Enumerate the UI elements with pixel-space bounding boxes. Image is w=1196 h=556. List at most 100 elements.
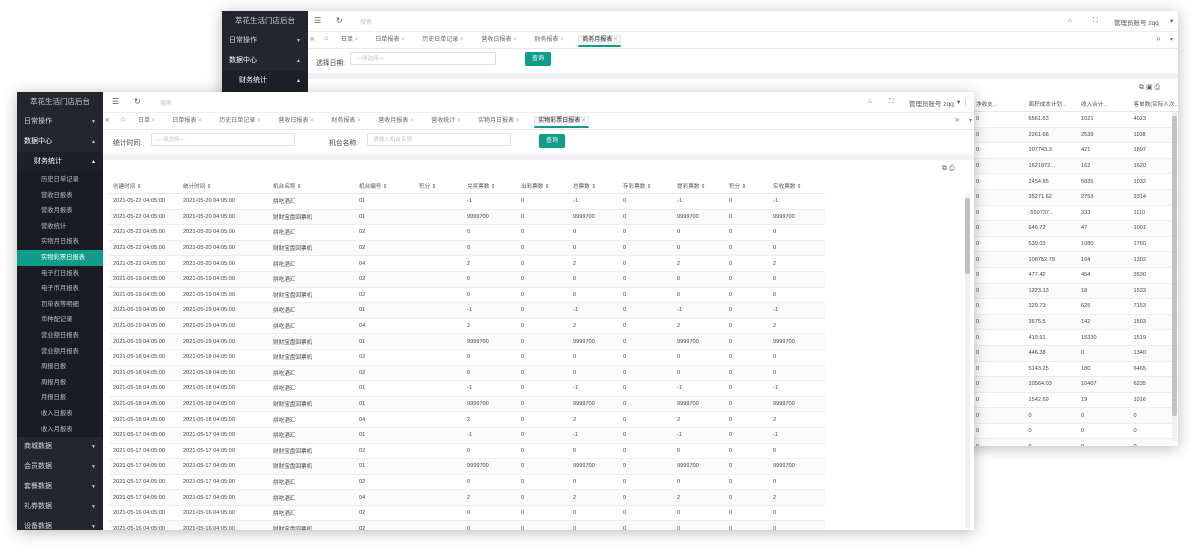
front-sub-item[interactable]: 实物月日报表	[17, 234, 103, 250]
back-column-header[interactable]: 面积成本计划...	[1024, 96, 1077, 112]
front-menu-item[interactable]: 会员数据 ▼	[17, 457, 103, 477]
front-name-input[interactable]: 请输入机台名称	[367, 133, 511, 146]
back-home-icon[interactable]: ⌂	[324, 35, 328, 42]
back-user-menu[interactable]: 管理员账号 zqq	[1114, 17, 1159, 27]
tab-close-icon[interactable]: ×	[511, 37, 517, 43]
front-sub-item[interactable]: 营业额月报表	[17, 343, 103, 360]
front-query-button[interactable]: 查询	[539, 134, 565, 148]
tab-close-icon[interactable]: ×	[458, 37, 464, 43]
front-scroll-thumb[interactable]	[965, 198, 970, 274]
back-search-input[interactable]: 搜索	[360, 17, 372, 26]
front-column-header[interactable]: 存彩票数 ⇕	[619, 178, 673, 194]
front-column-header[interactable]: 积分 ⇕	[415, 178, 463, 194]
front-table-tools[interactable]: ⧉ ⎙	[942, 165, 955, 173]
back-tab-more-icon[interactable]: ▾	[1170, 36, 1173, 43]
front-menu-item[interactable]: 日常操作 ▼	[17, 112, 103, 132]
front-search-input[interactable]: 搜索	[160, 98, 172, 107]
front-tab[interactable]: 日单 ×	[135, 116, 158, 127]
front-sub-item[interactable]: 营收月报表	[17, 203, 103, 219]
back-tab-next-icon[interactable]: »	[1156, 34, 1160, 43]
front-sub-item[interactable]: 月报日报	[17, 390, 103, 406]
tab-close-icon[interactable]: ×	[353, 37, 359, 43]
front-menu-item[interactable]: 套餐数据 ▼	[17, 477, 103, 497]
front-tab-next-icon[interactable]: »	[955, 115, 959, 124]
back-column-header[interactable]: 净收支...	[972, 96, 1025, 112]
front-column-header[interactable]: 提彩票数 ⇕	[673, 178, 725, 194]
front-sub-item[interactable]: 营收日报表	[17, 187, 103, 204]
front-column-header[interactable]: 统计时间 ⇕	[179, 178, 269, 194]
front-sub-item[interactable]: 罚单表等明细	[17, 296, 103, 313]
front-tab[interactable]: 营收统计 ×	[428, 116, 463, 127]
front-menu-item[interactable]: 商城数据 ▼	[17, 437, 103, 457]
back-user-chevron-icon[interactable]: ▾ ⋮	[1170, 17, 1178, 25]
front-tab[interactable]: 实物彩票日报表 ×	[534, 116, 590, 128]
front-sub-item[interactable]: 营业额日报表	[17, 327, 103, 344]
tab-close-icon[interactable]: ×	[150, 118, 156, 124]
front-column-header[interactable]: 兑奖票数 ⇕	[463, 178, 517, 194]
back-tab[interactable]: 日单 ×	[338, 35, 361, 46]
front-sub-item[interactable]: 周报日报	[17, 359, 103, 375]
tab-close-icon[interactable]: ×	[399, 37, 405, 43]
front-column-header[interactable]: 实收票数 ⇕	[769, 178, 825, 194]
back-query-button[interactable]: 查询	[525, 52, 551, 66]
front-menu-item[interactable]: 数据中心 ▲	[17, 132, 103, 152]
front-tab[interactable]: 历史日单记录 ×	[216, 116, 263, 127]
back-column-header[interactable]: 收入合计...	[1077, 96, 1130, 112]
back-tab[interactable]: 营收日报表 ×	[478, 35, 519, 46]
back-menu-item[interactable]: 财务统计 ▲	[222, 71, 308, 91]
front-tab[interactable]: 日单报表 ×	[169, 116, 204, 127]
tab-close-icon[interactable]: ×	[308, 118, 314, 124]
back-table-tools[interactable]: ⧉ ▣ ⎙	[1139, 83, 1160, 92]
front-tab[interactable]: 营收日报表 ×	[275, 116, 316, 127]
tab-close-icon[interactable]: ×	[612, 37, 618, 43]
back-fullscreen-icon[interactable]: ⛶	[1093, 17, 1098, 25]
refresh-icon[interactable]: ↻	[134, 97, 141, 106]
front-tab-prev-icon[interactable]: «	[105, 115, 109, 124]
back-lock-icon[interactable]: ⌂	[1068, 17, 1072, 24]
back-menu-item[interactable]: 数据中心 ▲	[222, 51, 308, 71]
back-tab-prev-icon[interactable]: «	[310, 34, 314, 43]
front-tab[interactable]: 营收月报表 ×	[375, 116, 416, 127]
front-sub-item[interactable]: 收入日报表	[17, 405, 103, 422]
tab-close-icon[interactable]: ×	[355, 118, 361, 124]
tab-close-icon[interactable]: ×	[514, 118, 520, 124]
front-column-header[interactable]: 总票数 ⇕	[569, 178, 619, 194]
back-tab[interactable]: 财务报表 ×	[531, 35, 566, 46]
tab-close-icon[interactable]: ×	[196, 118, 202, 124]
front-column-header[interactable]: 创建时间 ⇕	[109, 178, 179, 194]
back-column-header[interactable]: 客单数(实际人次...	[1129, 96, 1178, 112]
front-home-icon[interactable]: ⌂	[121, 116, 125, 123]
back-scroll-thumb[interactable]	[1172, 116, 1177, 416]
back-tab[interactable]: 商务月报表 ×	[578, 35, 622, 47]
tab-close-icon[interactable]: ×	[580, 118, 586, 124]
front-menu-item[interactable]: 设备数据 ▼	[17, 517, 103, 530]
front-tab[interactable]: 实物月日报表 ×	[475, 116, 522, 127]
back-menu-item[interactable]: 日常操作 ▼	[222, 31, 308, 51]
menu-toggle-icon[interactable]: ☰	[112, 97, 119, 106]
tab-close-icon[interactable]: ×	[408, 118, 414, 124]
back-tab[interactable]: 历史日单记录 ×	[419, 35, 466, 46]
back-date-input[interactable]: —请选择—	[350, 52, 496, 65]
front-sub-item[interactable]: 周报月报	[17, 374, 103, 391]
front-menu-item[interactable]: 礼券数据 ▼	[17, 497, 103, 517]
front-sub-item[interactable]: 营收统计	[17, 218, 103, 235]
front-sub-item[interactable]: 电子币月报表	[17, 281, 103, 297]
menu-toggle-icon[interactable]: ☰	[314, 16, 321, 25]
front-column-header[interactable]: 积分 ⇕	[725, 178, 769, 194]
tab-close-icon[interactable]: ×	[558, 37, 564, 43]
front-tab-more-icon[interactable]: ▾	[969, 117, 972, 124]
front-column-header[interactable]: 机台编号 ⇕	[355, 178, 415, 194]
tab-close-icon[interactable]: ×	[255, 118, 261, 124]
back-tab[interactable]: 日单报表 ×	[372, 35, 407, 46]
front-fullscreen-icon[interactable]: ⛶	[889, 98, 894, 106]
front-user-menu[interactable]: 管理员账号 zqq	[909, 98, 954, 108]
front-group-finance[interactable]: 财务统计 ▲	[17, 152, 103, 172]
refresh-icon[interactable]: ↻	[336, 16, 343, 25]
front-sub-item[interactable]: 币种配记录	[17, 312, 103, 328]
front-column-header[interactable]: 机台名称 ⇕	[269, 178, 355, 194]
front-tab[interactable]: 财务报表 ×	[328, 116, 363, 127]
front-date-input[interactable]: —请选择—	[151, 133, 295, 146]
front-lock-icon[interactable]: ⌂	[868, 98, 872, 105]
tab-close-icon[interactable]: ×	[455, 118, 461, 124]
front-sub-item[interactable]: 电子打日报表	[17, 265, 103, 282]
